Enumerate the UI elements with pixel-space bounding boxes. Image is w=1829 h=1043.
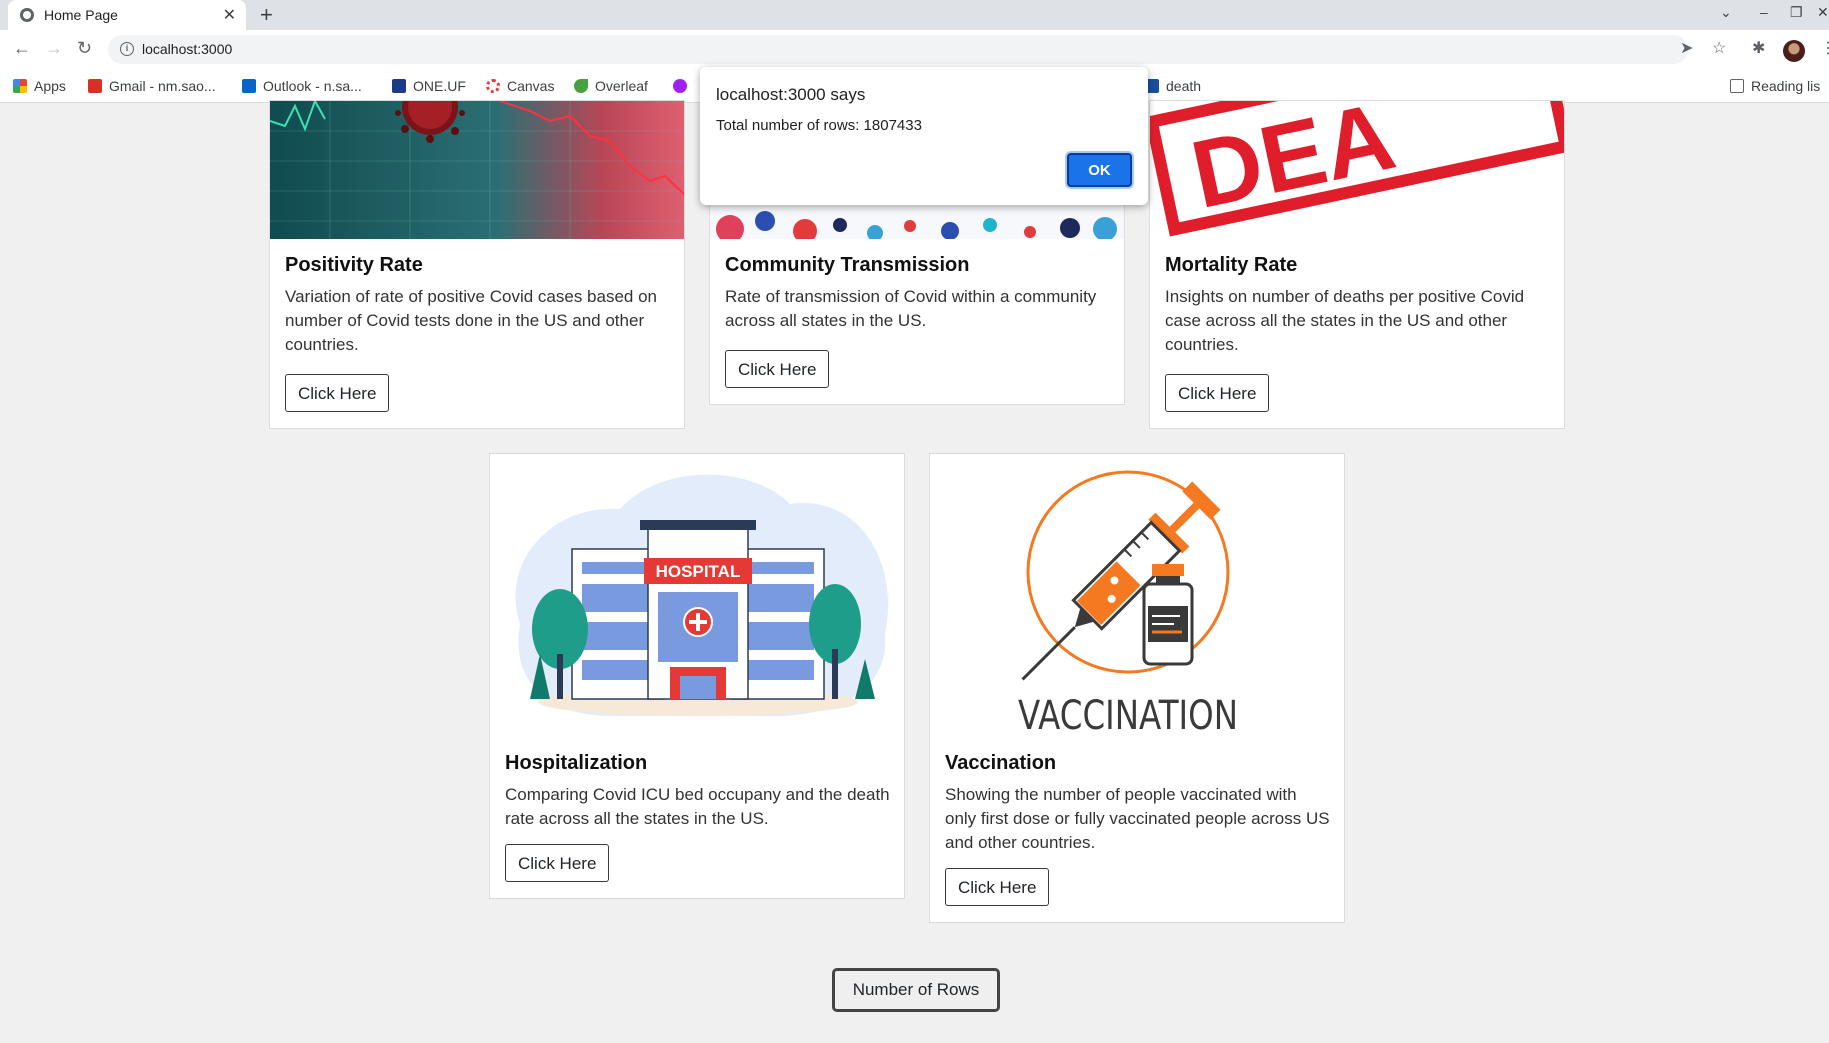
- browser-toolbar: ← → ↻ i localhost:3000 ➤ ☆ ✱ ⋮: [0, 30, 1829, 69]
- bookmark-overleaf[interactable]: Overleaf: [574, 78, 648, 94]
- globe-icon: [20, 8, 34, 22]
- card-title: Mortality Rate: [1165, 254, 1298, 276]
- tab-search-icon[interactable]: ⌄: [1720, 4, 1732, 21]
- dialog-title: localhost:3000 says: [716, 85, 866, 104]
- back-icon[interactable]: ←: [13, 38, 31, 59]
- bookmark-purple-icon: [673, 79, 687, 93]
- vaccination-image: VACCINATION: [930, 454, 1344, 736]
- bookmark-canvas[interactable]: Canvas: [486, 78, 554, 94]
- send-icon[interactable]: ➤: [1680, 38, 1693, 58]
- number-of-rows-button[interactable]: Number of Rows: [832, 968, 1000, 1012]
- bookmark-partial[interactable]: [673, 78, 694, 94]
- hospital-image: HOSPITAL: [490, 454, 904, 736]
- card-description: Variation of rate of positive Covid case…: [285, 287, 658, 354]
- vaccination-label-text: VACCINATION: [1018, 693, 1238, 736]
- reading-list[interactable]: Reading lis: [1730, 78, 1820, 94]
- dialog-message: Total number of rows: 1807433: [716, 117, 922, 134]
- card-title: Vaccination: [945, 752, 1057, 774]
- minimize-icon[interactable]: –: [1760, 4, 1768, 20]
- tab-strip: Home Page ✕ + ⌄ – ❐ ✕: [0, 0, 1829, 30]
- reading-list-icon: [1730, 79, 1744, 93]
- hospital-sign-text: HOSPITAL: [656, 562, 741, 581]
- card-title: Positivity Rate: [285, 254, 423, 276]
- profile-avatar[interactable]: [1783, 40, 1805, 62]
- menu-icon[interactable]: ⋮: [1820, 38, 1829, 58]
- tab-close-icon[interactable]: ✕: [223, 5, 236, 25]
- tab-title: Home Page: [44, 7, 118, 23]
- window-close-icon[interactable]: ✕: [1817, 4, 1829, 21]
- dialog-ok-button[interactable]: OK: [1067, 153, 1132, 187]
- card-vaccination: VACCINATION Vaccination Showing the numb…: [929, 453, 1345, 923]
- address-bar[interactable]: i localhost:3000: [108, 35, 1688, 64]
- bookmark-apps[interactable]: Apps: [13, 78, 66, 94]
- canvas-icon: [486, 79, 500, 93]
- mortality-click-here-button[interactable]: Click Here: [1165, 374, 1270, 412]
- community-click-here-button[interactable]: Click Here: [725, 350, 830, 388]
- restore-icon[interactable]: ❐: [1790, 4, 1803, 21]
- bookmark-gmail[interactable]: Gmail - nm.sao...: [88, 78, 216, 94]
- card-description: Insights on number of deaths per positiv…: [1165, 287, 1525, 354]
- gmail-icon: [88, 79, 102, 93]
- alert-dialog: localhost:3000 says Total number of rows…: [700, 67, 1148, 205]
- forward-icon[interactable]: →: [45, 38, 63, 59]
- new-tab-icon[interactable]: +: [260, 2, 273, 28]
- mortality-rate-image: DEA: [1150, 101, 1564, 239]
- card-title: Hospitalization: [505, 752, 648, 774]
- card-mortality-rate: DEA Mortality Rate Insights on number of…: [1149, 100, 1565, 429]
- one-uf-icon: [392, 79, 406, 93]
- url-text[interactable]: localhost:3000: [142, 41, 232, 57]
- bookmark-death[interactable]: death: [1145, 78, 1201, 94]
- positivity-rate-image: [270, 101, 684, 239]
- reload-icon[interactable]: ↻: [77, 38, 92, 59]
- card-hospitalization: HOSPITAL Hospitalization Comparing Covid…: [489, 453, 905, 899]
- positivity-click-here-button[interactable]: Click Here: [285, 374, 390, 412]
- tab-home-page[interactable]: Home Page ✕: [8, 0, 246, 30]
- bookmark-one-uf[interactable]: ONE.UF: [392, 78, 466, 94]
- card-description: Comparing Covid ICU bed occupany and the…: [505, 785, 890, 828]
- outlook-icon: [242, 79, 256, 93]
- card-description: Rate of transmission of Covid within a c…: [725, 287, 1097, 330]
- bookmark-outlook[interactable]: Outlook - n.sa...: [242, 78, 362, 94]
- card-positivity-rate: Positivity Rate Variation of rate of pos…: [269, 100, 685, 429]
- apps-grid-icon: [13, 79, 27, 93]
- site-info-icon[interactable]: i: [120, 42, 134, 56]
- vaccination-click-here-button[interactable]: Click Here: [945, 868, 1050, 906]
- death-stamp-text: DEA: [1183, 101, 1404, 229]
- extensions-icon[interactable]: ✱: [1752, 38, 1765, 58]
- card-title: Community Transmission: [725, 254, 970, 276]
- card-description: Showing the number of people vaccinated …: [945, 785, 1330, 852]
- star-icon[interactable]: ☆: [1712, 38, 1726, 58]
- hospitalization-click-here-button[interactable]: Click Here: [505, 844, 610, 882]
- overleaf-icon: [574, 79, 588, 93]
